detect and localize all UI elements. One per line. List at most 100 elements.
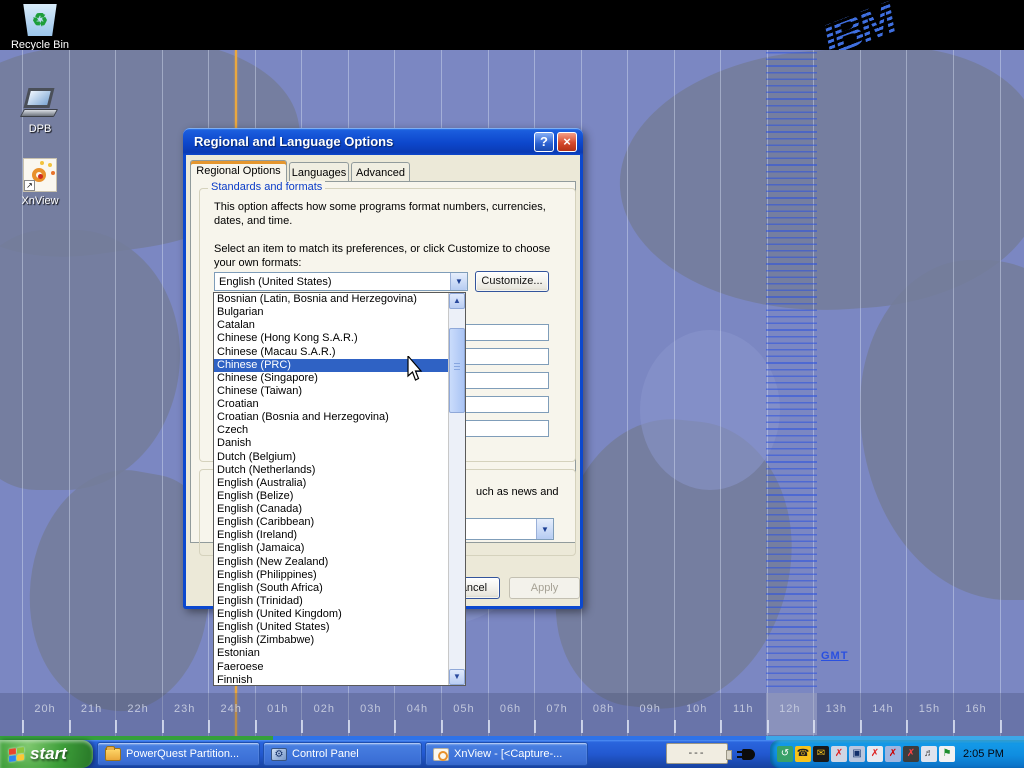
gmt-label: GMT xyxy=(821,650,848,662)
hour-label: 08h xyxy=(593,703,614,715)
tab-regional-options[interactable]: Regional Options xyxy=(190,160,287,182)
hour-label: 09h xyxy=(639,703,660,715)
taskbar-task-folder[interactable]: PowerQuest Partition... xyxy=(97,742,260,766)
pc-error-icon[interactable]: ✗ xyxy=(885,746,901,762)
taskbar-task-control-panel[interactable]: ⚙Control Panel xyxy=(263,742,422,766)
language-option[interactable]: English (Canada) xyxy=(214,503,448,516)
hardware-icon[interactable]: ↺ xyxy=(777,746,793,762)
language-option[interactable]: Estonian xyxy=(214,647,448,660)
close-button[interactable]: × xyxy=(557,132,577,152)
shortcut-arrow-icon: ↗ xyxy=(24,180,35,191)
hour-label: 03h xyxy=(360,703,381,715)
hour-label: 13h xyxy=(826,703,847,715)
format-select[interactable]: English (United States) ▼ xyxy=(214,272,468,291)
tab-advanced[interactable]: Advanced xyxy=(351,162,410,183)
recycle-bin-icon: ♻ xyxy=(21,4,59,36)
network-status-icon[interactable]: ▣ xyxy=(849,746,865,762)
language-option[interactable]: English (Philippines) xyxy=(214,569,448,582)
help-button[interactable]: ? xyxy=(534,132,554,152)
ruler-tick xyxy=(162,720,164,733)
xnview-icon xyxy=(433,748,449,761)
language-option[interactable]: Danish xyxy=(214,437,448,450)
mail-notify-icon[interactable]: ✉ xyxy=(813,746,829,762)
chevron-down-icon[interactable]: ▼ xyxy=(536,519,553,539)
ruler-tick xyxy=(906,720,908,733)
battery-meter[interactable]: --- xyxy=(666,743,728,764)
display-settings-icon[interactable]: ⚑ xyxy=(939,746,955,762)
list-scrollbar[interactable]: ▲ ▼ xyxy=(448,293,465,685)
display-error-icon[interactable]: ✗ xyxy=(903,746,919,762)
dialog-titlebar[interactable]: Regional and Language Options ? × xyxy=(183,128,583,155)
language-option[interactable]: Catalan xyxy=(214,319,448,332)
ruler-tick xyxy=(488,720,490,733)
map-landmass xyxy=(0,230,180,490)
taskbar-task-xnview[interactable]: XnView - [<Capture-... xyxy=(425,742,588,766)
timezone-line xyxy=(1000,50,1001,740)
timezone-line xyxy=(953,50,954,740)
language-option[interactable]: Dutch (Belgium) xyxy=(214,451,448,464)
start-label: start xyxy=(30,744,67,764)
hour-label: 14h xyxy=(872,703,893,715)
language-option[interactable]: Croatian xyxy=(214,398,448,411)
taskbar-clock[interactable]: 2:05 PM xyxy=(963,748,1004,760)
hour-label: 11h xyxy=(733,703,754,715)
scroll-down-button[interactable]: ▼ xyxy=(449,669,465,685)
language-option[interactable]: Croatian (Bosnia and Herzegovina) xyxy=(214,411,448,424)
hour-label: 06h xyxy=(500,703,521,715)
language-option[interactable]: English (Trinidad) xyxy=(214,595,448,608)
language-option[interactable]: Czech xyxy=(214,424,448,437)
language-option[interactable]: Faeroese xyxy=(214,661,448,674)
task-label: Control Panel xyxy=(292,748,359,760)
language-option[interactable]: Bosnian (Latin, Bosnia and Herzegovina) xyxy=(214,293,448,306)
chevron-down-icon[interactable]: ▼ xyxy=(450,273,467,290)
hour-label: 01h xyxy=(267,703,288,715)
laptop-icon xyxy=(20,88,60,120)
language-option[interactable]: English (South Africa) xyxy=(214,582,448,595)
folder-icon xyxy=(105,748,121,761)
ruler-tick xyxy=(953,720,955,733)
language-option[interactable]: English (United States) xyxy=(214,621,448,634)
apply-button[interactable]: Apply xyxy=(509,577,580,599)
language-option[interactable]: English (New Zealand) xyxy=(214,556,448,569)
format-select-value: English (United States) xyxy=(219,276,332,288)
language-option[interactable]: English (Belize) xyxy=(214,490,448,503)
desktop-icon-label: Recycle Bin xyxy=(2,39,78,50)
users-offline-icon[interactable]: ✗ xyxy=(831,746,847,762)
desktop-icon-dpb[interactable]: DPB xyxy=(2,88,78,135)
language-option[interactable]: Bulgarian xyxy=(214,306,448,319)
volume-icon[interactable]: ♬ xyxy=(921,746,937,762)
desktop-icon-label: DPB xyxy=(2,123,78,135)
scroll-up-button[interactable]: ▲ xyxy=(449,293,465,309)
timezone-line xyxy=(69,50,70,740)
ruler-tick xyxy=(1000,720,1002,733)
language-dropdown-list: Bosnian (Latin, Bosnia and Herzegovina)B… xyxy=(213,292,466,686)
ruler-tick xyxy=(441,720,443,733)
scrollbar-thumb[interactable] xyxy=(449,328,465,413)
start-button[interactable]: start xyxy=(0,740,93,768)
customize-button[interactable]: Customize... xyxy=(475,271,549,292)
ruler-tick xyxy=(720,720,722,733)
tab-languages[interactable]: Languages xyxy=(289,162,349,183)
standards-instruction: Select an item to match its preferences,… xyxy=(214,242,566,270)
group-title: Standards and formats xyxy=(208,181,325,193)
language-option[interactable]: Dutch (Netherlands) xyxy=(214,464,448,477)
desktop-icon-xnview[interactable]: ↗ XnView xyxy=(2,158,78,207)
signal-error-icon[interactable]: ✗ xyxy=(867,746,883,762)
ruler-tick xyxy=(534,720,536,733)
language-option[interactable]: English (Australia) xyxy=(214,477,448,490)
language-option[interactable]: Chinese (Hong Kong S.A.R.) xyxy=(214,332,448,345)
desktop-icon-label: XnView xyxy=(2,195,78,207)
timezone-line xyxy=(115,50,116,740)
language-option[interactable]: English (Caribbean) xyxy=(214,516,448,529)
desktop-icon-recycle-bin[interactable]: ♻ Recycle Bin xyxy=(2,4,78,50)
map-ocean-patch xyxy=(640,330,780,490)
language-option[interactable]: English (Zimbabwe) xyxy=(214,634,448,647)
language-option[interactable]: English (Jamaica) xyxy=(214,542,448,555)
hour-label: 23h xyxy=(174,703,195,715)
language-option[interactable]: English (United Kingdom) xyxy=(214,608,448,621)
language-option[interactable]: English (Ireland) xyxy=(214,529,448,542)
ac-plug-icon xyxy=(742,749,755,760)
messenger-icon[interactable]: ☎ xyxy=(795,746,811,762)
system-tray: ↺☎✉✗▣✗✗✗♬⚑ 2:05 PM xyxy=(770,740,1024,768)
language-option[interactable]: Finnish xyxy=(214,674,448,685)
